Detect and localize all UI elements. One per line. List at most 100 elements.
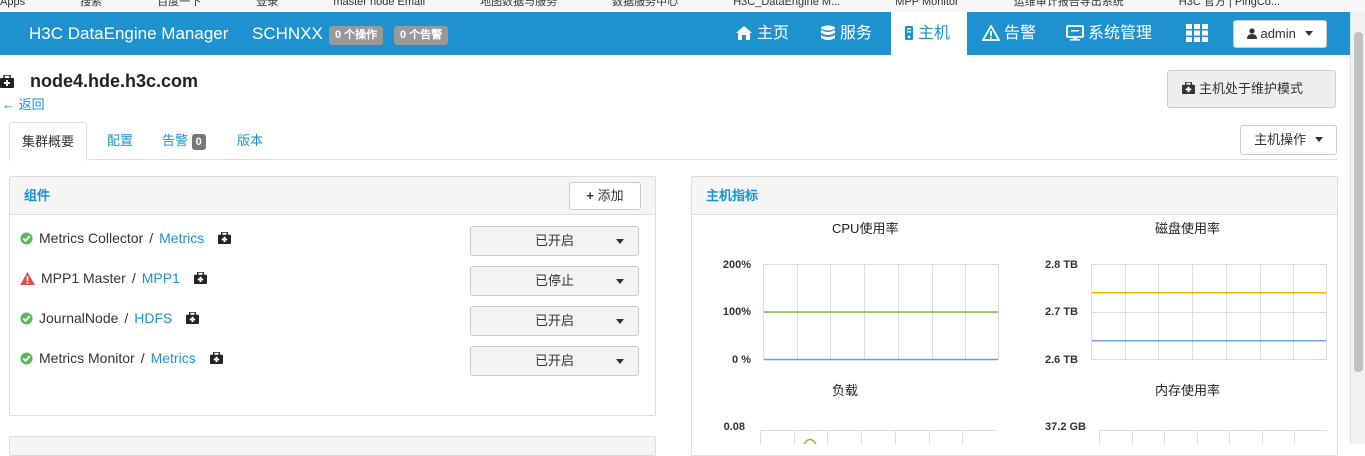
load-chart [760,430,996,444]
database-icon [821,25,835,40]
warning-icon [981,24,1001,41]
plus-icon: + [586,188,594,203]
separator: / [124,310,129,326]
bookmark[interactable]: 搜索 [80,0,102,8]
component-row: MPP1 Master / MPP1 已停止 [10,266,655,296]
scrollbar-thumb[interactable] [1354,32,1363,372]
host-tabs: 集群概要 配置 告警 0 版本 [9,122,1337,161]
bookmark[interactable]: H3C 官方 | PingCo... [1179,0,1280,8]
check-circle-icon [20,232,33,245]
cpu-y-tick: 0 % [732,354,751,366]
alerts-badge[interactable]: 0 个告警 [394,26,449,45]
nav-hosts-label: 主机 [918,25,951,42]
nav-alerts-label: 告警 [1004,25,1037,42]
maintenance-mode-button[interactable]: 主机处于维护模式 [1167,70,1336,108]
service-link[interactable]: Metrics [151,350,196,366]
state-label: 已停止 [534,273,574,288]
component-state-dropdown[interactable]: 已停止 [470,266,639,296]
chevron-down-icon [616,359,624,364]
component-name[interactable]: MPP1 Master [41,270,126,286]
medkit-icon [186,311,200,324]
disk-y-tick: 2.7 TB [1044,306,1078,318]
user-menu-button[interactable]: admin [1233,20,1327,48]
component-name[interactable]: Metrics Collector [39,230,143,246]
tab-alerts[interactable]: 告警 0 [150,122,218,160]
service-link[interactable]: Metrics [159,230,204,246]
bookmark[interactable]: master node Email [333,0,425,8]
disk-usage-chart [1091,264,1327,360]
bookmark[interactable]: Apps [0,0,25,8]
apps-grid-button[interactable] [1186,24,1212,44]
arrow-left-icon: ← [2,97,15,112]
medkit-icon [1182,81,1195,94]
medkit-icon [0,75,14,88]
bookmark[interactable]: 登录 [256,0,278,8]
component-row: JournalNode / HDFS 已开启 [10,306,655,336]
page-title: node4.hde.h3c.com [30,71,199,91]
chevron-down-icon [1314,137,1323,142]
component-state-dropdown[interactable]: 已开启 [470,346,639,376]
component-name[interactable]: Metrics Monitor [39,350,135,366]
disk-y-tick: 2.6 TB [1044,354,1078,366]
service-link[interactable]: HDFS [134,310,172,326]
state-label: 已开启 [534,353,574,368]
components-header: 组件 + 添加 [10,177,655,215]
disk-chart-title: 磁盘使用率 [1155,221,1221,236]
chevron-down-icon [1304,31,1313,36]
tab-config-label: 配置 [107,133,134,148]
add-component-button[interactable]: + 添加 [569,182,641,210]
tab-versions[interactable]: 版本 [225,122,275,160]
bookmark[interactable]: H3C_DataEngine M... [733,0,840,8]
components-title: 组件 [24,188,51,203]
cpu-usage-chart [763,264,999,361]
tab-summary-label: 集群概要 [22,134,75,149]
tab-config[interactable]: 配置 [95,122,145,160]
add-label: 添加 [597,188,624,203]
load-chart-title: 负载 [832,383,859,398]
nav-home-label: 主页 [757,25,790,42]
memory-chart-title: 内存使用率 [1155,383,1221,398]
service-link[interactable]: MPP1 [142,270,180,286]
maintenance-label: 主机处于维护模式 [1199,81,1304,96]
component-state-dropdown[interactable]: 已开启 [470,226,639,256]
cpu-chart-title: CPU使用率 [832,221,899,236]
medkit-icon [218,231,232,244]
ops-badge[interactable]: 0 个操作 [329,26,384,45]
components-panel: 组件 + 添加 Metrics Collector / Metrics 已开启 MP… [9,176,656,416]
nav-alerts[interactable]: 告警 [981,12,1037,55]
separator: / [149,230,154,246]
nav-hosts[interactable]: 主机 [891,12,967,55]
bookmark[interactable]: 数据服务中心 [612,0,678,8]
separator: / [131,270,136,286]
state-label: 已开启 [534,313,574,328]
nav-system-admin-label: 系统管理 [1088,25,1153,42]
tab-alerts-label: 告警 [162,133,189,148]
warning-icon [20,272,35,285]
bookmark[interactable]: MPP Monitor [895,0,958,8]
nav-home[interactable]: 主页 [735,12,789,55]
host-actions-button[interactable]: 主机操作 [1240,125,1337,155]
component-name[interactable]: JournalNode [39,310,118,326]
nav-system-admin[interactable]: 系统管理 [1066,12,1152,55]
server-icon [905,26,913,40]
nav-services[interactable]: 服务 [820,12,872,55]
bookmark[interactable]: 运维审计报告导出系统 [1014,0,1124,8]
host-actions-label: 主机操作 [1254,132,1307,147]
series-line [803,438,817,444]
page-scrollbar[interactable] [1350,12,1365,444]
bookmark[interactable]: 地图数据与服务 [480,0,557,8]
separator: / [140,350,145,366]
user-name: admin [1260,26,1296,41]
tab-summary[interactable]: 集群概要 [9,122,88,161]
chevron-down-icon [616,279,624,284]
nav-services-label: 服务 [840,25,873,42]
back-link[interactable]: ← 返回 [2,94,45,113]
cluster-name[interactable]: SCHNXX [252,24,323,44]
cpu-y-tick: 100% [722,306,751,318]
brand-title[interactable]: H3C DataEngine Manager [29,24,228,44]
chevron-down-icon [616,319,624,324]
grid-icon [1186,24,1208,42]
host-metrics-header: 主机指标 [692,177,1337,215]
bookmark[interactable]: 百度一下 [157,0,201,8]
component-state-dropdown[interactable]: 已开启 [470,306,639,336]
